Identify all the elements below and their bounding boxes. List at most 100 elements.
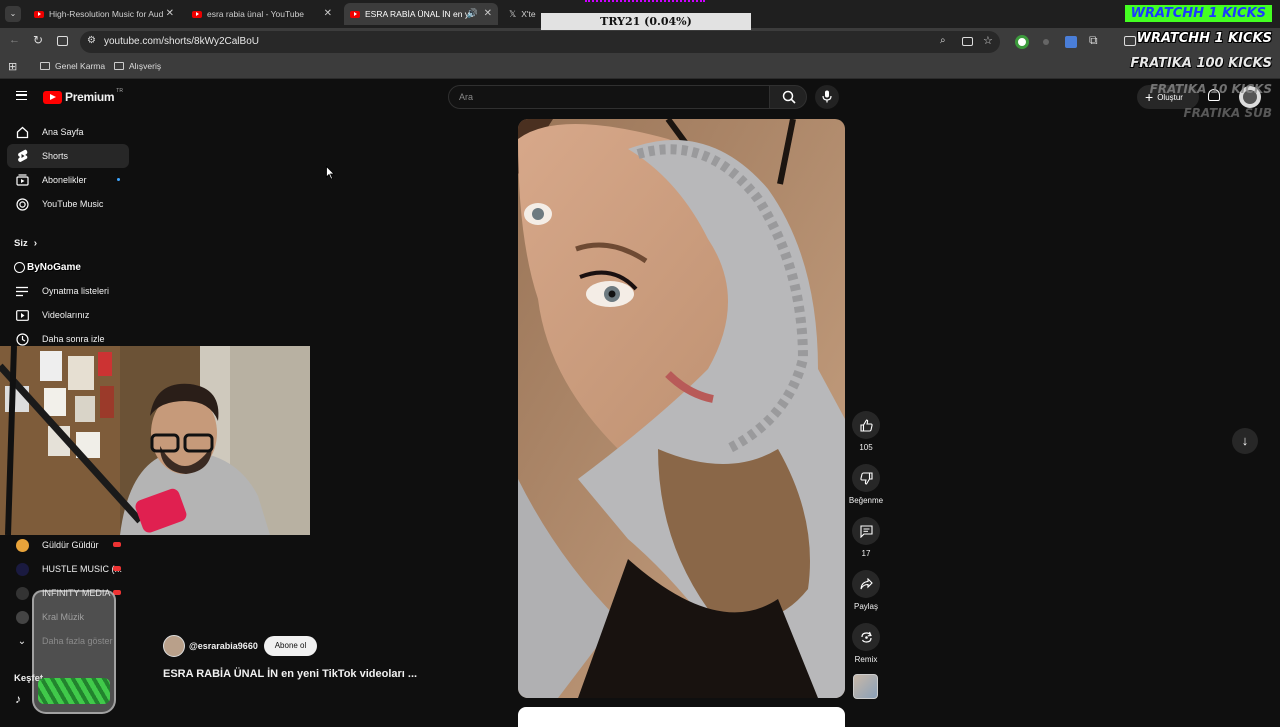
next-short-preview[interactable] <box>518 707 845 727</box>
omnibox[interactable]: ⚙ youtube.com/shorts/8kWy2CalBoU ⌕ ☆ <box>80 31 1000 53</box>
webcam-overlay <box>0 346 310 535</box>
sound-thumbnail[interactable] <box>853 674 878 699</box>
audio-icon[interactable]: 🔊 <box>467 8 478 19</box>
x-favicon-icon: 𝕏 <box>509 8 517 19</box>
playlist-icon <box>15 284 29 298</box>
site-info-icon[interactable]: ⚙ <box>87 35 96 46</box>
sidebar-item-your-videos[interactable]: Videolarınız <box>7 303 129 327</box>
search-input[interactable]: Ara <box>448 85 772 109</box>
kick-alert: FRATIKA 10 KICKS <box>1149 82 1272 96</box>
extensions-puzzle-icon[interactable]: ⧉ <box>1089 33 1098 48</box>
channel-avatar <box>15 538 29 552</box>
dislike-button[interactable]: Beğenme <box>846 464 886 505</box>
channel-avatar <box>15 562 29 576</box>
chevron-right-icon: › <box>33 238 38 249</box>
browser-tab[interactable]: esra rabia ünal - YouTube ✕ <box>186 3 338 25</box>
kick-alert: FRATIKA 100 KICKS <box>1130 56 1272 71</box>
microphone-icon <box>822 90 832 103</box>
new-content-dot <box>117 178 120 181</box>
reload-icon[interactable]: ↻ <box>33 33 43 47</box>
cast-icon[interactable] <box>962 37 973 46</box>
short-video-player[interactable] <box>518 119 845 698</box>
sidebar-item-subscriptions[interactable]: Abonelikler <box>7 168 129 192</box>
remix-button[interactable]: Remix <box>851 623 881 664</box>
youtube-play-icon <box>43 90 62 104</box>
bookmark-star-icon[interactable]: ☆ <box>983 34 993 47</box>
voice-search-button[interactable] <box>815 85 839 109</box>
chevron-down-icon: ⌄ <box>17 635 27 647</box>
sidebar-subscription-item[interactable]: HUSTLE MUSIC (... <box>7 557 129 581</box>
music-note-icon[interactable]: ♪ <box>15 692 21 706</box>
streamer-name-overlay: ByNoGame <box>14 262 81 273</box>
like-count: 105 <box>859 443 873 452</box>
kick-alert: WRATCHH 1 KICKS <box>1136 31 1272 46</box>
remix-label: Remix <box>854 655 878 664</box>
folder-icon <box>114 62 124 70</box>
kick-alert: FRATIKA SUB <box>1183 106 1272 120</box>
sidebar-item-playlists[interactable]: Oynatma listeleri <box>7 279 129 303</box>
url-text: youtube.com/shorts/8kWy2CalBoU <box>104 36 259 47</box>
search-icon <box>782 90 796 104</box>
overlay-top-text-decoration <box>585 0 705 7</box>
sidepanel-icon[interactable] <box>1124 36 1136 46</box>
youtube-favicon-icon <box>34 10 44 18</box>
share-button[interactable]: Paylaş <box>851 570 881 611</box>
subscriptions-icon <box>15 173 29 187</box>
close-icon[interactable]: ✕ <box>166 8 174 19</box>
share-icon <box>852 570 880 598</box>
browser-tab[interactable]: High-Resolution Music for Aud ✕ <box>28 3 180 25</box>
sidebar-subscription-item[interactable]: Güldür Güldür <box>7 533 129 557</box>
browser-tab[interactable]: 𝕏 X'te <box>503 3 543 25</box>
comment-count: 17 <box>861 549 871 558</box>
channel-avatar <box>15 610 29 624</box>
streamer-webcam-image <box>0 346 310 535</box>
clock-icon <box>15 332 29 346</box>
music-icon <box>15 197 29 211</box>
youtube-favicon-icon <box>192 10 202 18</box>
youtube-logo[interactable]: Premium TR <box>43 88 123 104</box>
shorts-icon <box>15 149 29 163</box>
like-button[interactable]: 105 <box>851 411 881 452</box>
youtube-favicon-icon <box>350 10 360 18</box>
extension-green-icon[interactable] <box>1015 35 1029 49</box>
remix-icon <box>852 623 880 651</box>
sidebar-you-header[interactable]: Siz › <box>14 238 37 249</box>
back-icon[interactable]: ← <box>9 34 20 46</box>
tab-search-button[interactable]: ⌄ <box>5 6 21 22</box>
kick-alert-highlight: WRATCHH 1 KICKS <box>1124 5 1272 22</box>
short-video-frame <box>518 119 845 698</box>
youtube-page: Premium TR Ara + Oluştur Ana Sayfa Short… <box>0 80 1280 727</box>
search-button[interactable] <box>769 85 807 109</box>
subscribe-button[interactable]: Abone ol <box>264 636 317 656</box>
mouse-cursor-icon <box>326 166 335 180</box>
next-short-button[interactable]: ↓ <box>1232 428 1258 454</box>
comments-button[interactable]: 17 <box>851 517 881 558</box>
sidebar-item-youtube-music[interactable]: YouTube Music <box>7 192 129 216</box>
address-bar-row: ← ↻ ⚙ youtube.com/shorts/8kWy2CalBoU ⌕ ☆… <box>0 28 1280 55</box>
split-view-icon[interactable] <box>57 36 68 46</box>
browser-tab-active[interactable]: ESRA RABİA ÜNAL İN en ye 🔊 ✕ <box>344 3 498 25</box>
short-title[interactable]: ESRA RABİA ÜNAL İN en yeni TikTok videol… <box>163 668 417 680</box>
apps-grid-icon[interactable]: ⊞ <box>8 60 17 73</box>
home-icon <box>15 125 29 139</box>
live-indicator-icon <box>113 542 121 547</box>
sidebar-item-shorts[interactable]: Shorts <box>7 144 129 168</box>
extension-dot-icon[interactable] <box>1043 39 1049 45</box>
live-indicator-icon <box>113 566 121 571</box>
bookmarks-bar: ⊞ Genel Karma Alışveriş <box>0 55 1280 79</box>
translate-icon[interactable] <box>1065 36 1077 48</box>
channel-avatar[interactable] <box>163 635 185 657</box>
bookmark-folder[interactable]: Alışveriş <box>114 61 161 71</box>
channel-handle[interactable]: @esrarabia9660 <box>189 641 258 651</box>
arrow-down-icon: ↓ <box>1241 433 1249 448</box>
menu-icon[interactable] <box>16 91 27 100</box>
close-icon[interactable]: ✕ <box>324 8 332 19</box>
close-icon[interactable]: ✕ <box>484 8 492 19</box>
zoom-icon[interactable]: ⌕ <box>940 35 946 46</box>
bookmark-folder[interactable]: Genel Karma <box>40 61 105 71</box>
comment-icon <box>852 517 880 545</box>
nogame-logo-icon <box>14 262 25 273</box>
video-icon <box>15 308 29 322</box>
sidebar-item-home[interactable]: Ana Sayfa <box>7 120 129 144</box>
channel-avatar <box>15 586 29 600</box>
